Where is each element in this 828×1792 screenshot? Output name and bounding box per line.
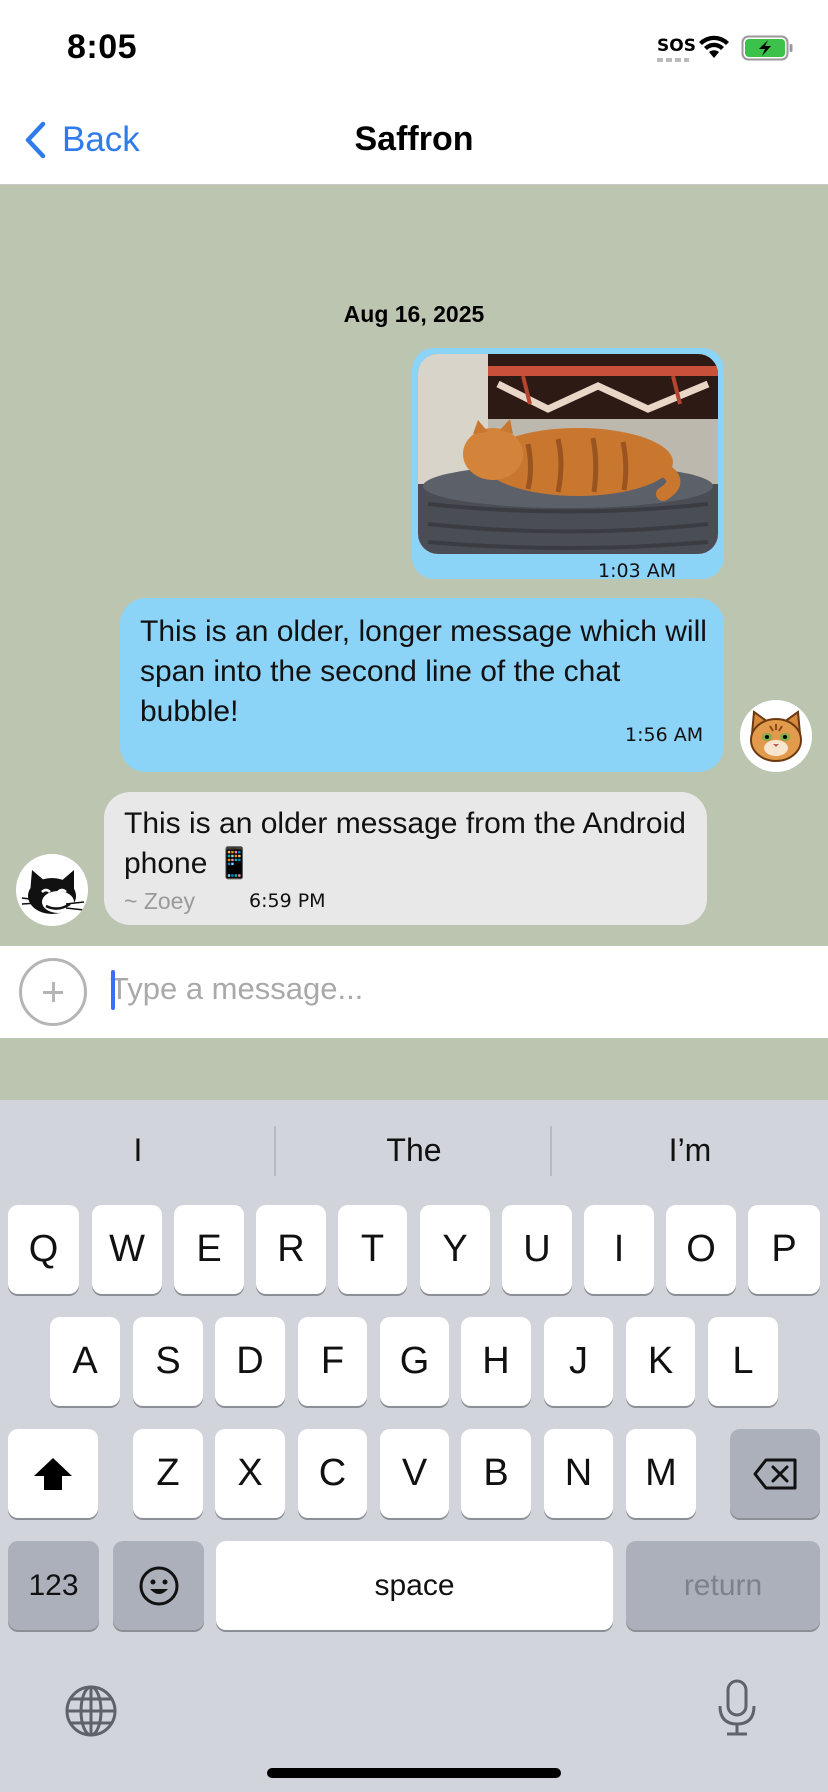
key-m[interactable]: M	[626, 1429, 696, 1518]
shift-key[interactable]	[8, 1429, 98, 1518]
key-a[interactable]: A	[50, 1317, 120, 1406]
key-u[interactable]: U	[502, 1205, 572, 1294]
key-j[interactable]: J	[544, 1317, 613, 1406]
key-e[interactable]: E	[174, 1205, 244, 1294]
return-key[interactable]: return	[626, 1541, 820, 1630]
outgoing-text-message[interactable]: This is an older, longer message which w…	[120, 598, 724, 772]
suggestion-3[interactable]: I’m	[552, 1100, 828, 1200]
key-s[interactable]: S	[133, 1317, 203, 1406]
contact-avatar[interactable]	[16, 854, 88, 926]
message-timestamp: 1:56 AM	[625, 724, 704, 746]
outgoing-image-message[interactable]: 1:03 AM	[412, 348, 724, 582]
emoji-icon	[139, 1566, 178, 1605]
status-bar: 8:05 SOS	[0, 0, 828, 96]
page-title: Saffron	[354, 120, 474, 158]
key-y[interactable]: Y	[420, 1205, 490, 1294]
message-text: This is an older message from the Androi…	[124, 807, 686, 880]
home-indicator[interactable]	[267, 1768, 561, 1778]
message-text: This is an older, longer message which w…	[140, 615, 707, 728]
key-w[interactable]: W	[92, 1205, 162, 1294]
globe-icon[interactable]	[64, 1684, 118, 1738]
delete-key[interactable]	[730, 1429, 820, 1518]
key-t[interactable]: T	[338, 1205, 407, 1294]
key-i[interactable]: I	[584, 1205, 654, 1294]
message-timestamp: 1:03 AM	[598, 560, 677, 582]
key-r[interactable]: R	[256, 1205, 326, 1294]
key-v[interactable]: V	[380, 1429, 449, 1518]
message-composer	[0, 946, 828, 1038]
key-d[interactable]: D	[215, 1317, 285, 1406]
suggestion-2[interactable]: The	[276, 1100, 552, 1200]
sos-label: SOS	[657, 36, 696, 56]
date-separator: Aug 16, 2025	[343, 301, 485, 327]
user-avatar[interactable]	[740, 700, 812, 772]
key-x[interactable]: X	[215, 1429, 285, 1518]
key-q[interactable]: Q	[8, 1205, 79, 1294]
signal-dots-icon	[657, 58, 689, 62]
key-n[interactable]: N	[544, 1429, 613, 1518]
chat-area[interactable]: Aug 16, 2025 1:03 AM This is an older, l…	[0, 185, 828, 946]
suggestion-1[interactable]: I	[0, 1100, 276, 1200]
key-g[interactable]: G	[380, 1317, 449, 1406]
key-l[interactable]: L	[708, 1317, 778, 1406]
add-attachment-button[interactable]	[19, 958, 87, 1026]
shift-icon	[34, 1457, 72, 1490]
chat-background-band	[0, 1038, 828, 1100]
emoji-key[interactable]	[113, 1541, 204, 1630]
key-z[interactable]: Z	[133, 1429, 203, 1518]
battery-charging-icon	[741, 35, 793, 61]
key-f[interactable]: F	[298, 1317, 367, 1406]
numbers-key[interactable]: 123	[8, 1541, 99, 1630]
key-c[interactable]: C	[298, 1429, 367, 1518]
key-o[interactable]: O	[666, 1205, 736, 1294]
space-key[interactable]: space	[216, 1541, 613, 1630]
incoming-text-message[interactable]: This is an older message from the Androi…	[104, 792, 707, 925]
cat-photo[interactable]	[418, 354, 718, 554]
sender-name: ~ Zoey	[124, 888, 195, 914]
status-time: 8:05	[67, 28, 138, 66]
keyboard: I The I’m Q W E R T Y U I O P A S D F G …	[0, 1100, 828, 1792]
text-caret	[111, 970, 115, 1010]
key-h[interactable]: H	[461, 1317, 531, 1406]
backspace-icon	[753, 1458, 797, 1489]
wifi-icon	[699, 35, 729, 58]
message-input[interactable]	[110, 964, 800, 1014]
navigation-bar: Back Saffron	[0, 96, 828, 185]
key-k[interactable]: K	[626, 1317, 695, 1406]
message-timestamp: 6:59 PM	[249, 890, 326, 912]
key-b[interactable]: B	[461, 1429, 531, 1518]
key-p[interactable]: P	[748, 1205, 820, 1294]
microphone-icon[interactable]	[716, 1678, 758, 1738]
